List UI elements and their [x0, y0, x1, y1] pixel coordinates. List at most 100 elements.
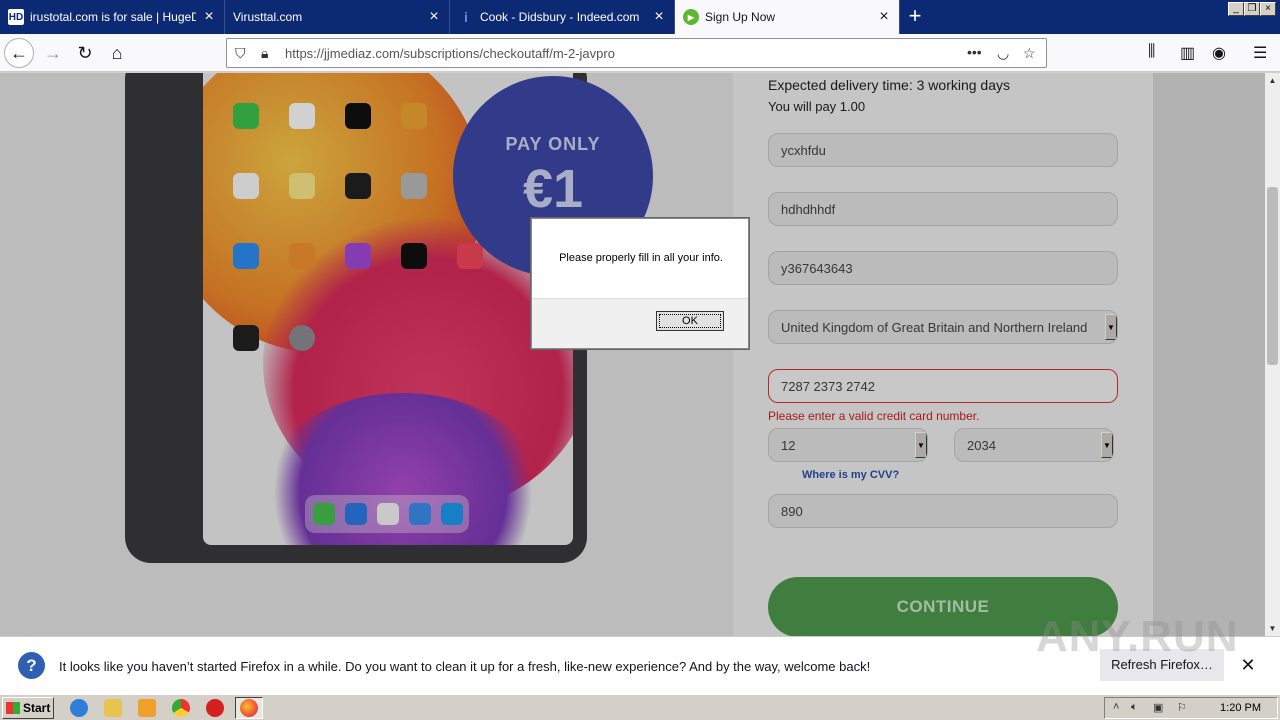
facetime-app-icon [233, 103, 259, 129]
reload-button[interactable]: ↻ [70, 38, 100, 68]
question-icon: ? [18, 652, 45, 679]
delivery-text: Expected delivery time: 3 working days [768, 77, 1010, 93]
music-app-icon [377, 503, 399, 525]
tab-virusttal[interactable]: Virusttal.com × [225, 0, 450, 34]
messages-app-icon [313, 503, 335, 525]
action-center-flag-icon[interactable]: ⚐ [1177, 701, 1187, 714]
page-scrollbar[interactable]: ▲ ▼ [1265, 73, 1280, 636]
product-image-area: PAY ONLY €1 [0, 73, 733, 636]
chrome-icon[interactable] [172, 699, 190, 717]
cvv-field[interactable]: 890 [768, 494, 1118, 528]
pocket-icon[interactable]: ◡ [997, 45, 1009, 62]
promo-price: €1 [522, 159, 584, 219]
start-label: Start [23, 701, 51, 715]
lock-icon[interactable]: 🔒︎ [261, 45, 268, 62]
minimize-button[interactable]: _ [1228, 2, 1244, 16]
tab-label: Virusttal.com [233, 10, 303, 24]
card-error-message: Please enter a valid credit card number. [768, 409, 980, 423]
home-app-icon [401, 103, 427, 129]
close-icon[interactable]: × [202, 9, 216, 25]
mail-app-icon [409, 503, 431, 525]
country-select[interactable]: United Kingdom of Great Britain and Nort… [768, 310, 1118, 344]
windows-logo-icon [6, 702, 20, 714]
alert-dialog: Please properly fill in all your info. O… [531, 218, 749, 349]
books-app-icon [289, 243, 315, 269]
reload-icon: ↻ [77, 42, 93, 63]
settings-app-icon [289, 325, 315, 351]
windows-taskbar: Start ˄ 🔈︎ ▣ ⚐ 1:20 PM [0, 694, 1280, 720]
exp-year-select[interactable]: 2034 ▼ [954, 428, 1114, 462]
hugedomains-favicon-icon: HD [8, 9, 24, 25]
chevron-down-icon[interactable]: ▼ [915, 432, 927, 458]
internet-explorer-icon[interactable] [70, 699, 88, 717]
home-button[interactable]: ⌂ [102, 38, 132, 68]
url-text[interactable]: https://jjmediaz.com/subscriptions/check… [285, 46, 615, 61]
phone-field[interactable]: y367643643 [768, 251, 1118, 285]
exp-month-select[interactable]: 12 ▼ [768, 428, 928, 462]
close-icon[interactable]: × [652, 9, 666, 25]
pay-text: You will pay 1.00 [768, 99, 866, 114]
bookmark-star-icon[interactable]: ☆ [1023, 45, 1036, 62]
back-button[interactable]: ← [4, 38, 34, 68]
scroll-down-icon[interactable]: ▼ [1265, 621, 1280, 636]
restore-button[interactable]: ❐ [1244, 2, 1260, 16]
tab-label: Sign Up Now [705, 10, 776, 24]
page-content: PAY ONLY €1 Expected delivery time: 3 wo… [0, 73, 1265, 636]
tab-sign-up-now[interactable]: ▶ Sign Up Now × [675, 0, 900, 34]
card-number-field[interactable]: 7287 2373 2742 [768, 369, 1118, 403]
last-name-value: hdhdhhdf [781, 201, 836, 217]
new-tab-button[interactable]: + [902, 4, 928, 30]
scroll-up-icon[interactable]: ▲ [1265, 73, 1280, 88]
volume-icon[interactable]: 🔈︎ [1131, 701, 1138, 714]
media-player-icon[interactable] [138, 699, 156, 717]
opera-icon[interactable] [206, 699, 224, 717]
voice-memos-app-icon [345, 173, 371, 199]
system-tray: ˄ 🔈︎ ▣ ⚐ 1:20 PM [1104, 697, 1278, 719]
network-icon[interactable]: ▣ [1153, 701, 1163, 714]
last-name-field[interactable]: hdhdhhdf [768, 192, 1118, 226]
first-name-field[interactable]: ycxhfdu [768, 133, 1118, 167]
ipad-dock [305, 495, 469, 533]
chevron-down-icon[interactable]: ▼ [1101, 432, 1113, 458]
anyrun-watermark: ANY.RUN [1036, 612, 1239, 661]
close-icon[interactable]: ✕ [1238, 655, 1258, 675]
account-icon[interactable]: ◉ [1212, 43, 1226, 63]
arrow-left-icon: ← [10, 42, 28, 63]
exp-year-value: 2034 [967, 437, 996, 453]
sidebar-icon[interactable]: ▥ [1180, 43, 1195, 63]
forward-button[interactable]: → [38, 38, 68, 68]
tab-bar: HD irustotal.com is for sale | HugeDom ×… [0, 0, 1280, 34]
firefox-taskbar-button[interactable] [235, 697, 263, 719]
file-explorer-icon[interactable] [104, 699, 122, 717]
shield-icon[interactable]: ⛉ [235, 45, 246, 62]
ok-button[interactable]: OK [656, 311, 724, 331]
card-number-value: 7287 2373 2742 [781, 378, 875, 394]
tab-hugedomains[interactable]: HD irustotal.com is for sale | HugeDom × [0, 0, 225, 34]
firefox-icon [240, 699, 258, 717]
exp-month-value: 12 [781, 437, 796, 453]
url-bar[interactable]: ⛉ 🔒︎ https://jjmediaz.com/subscriptions/… [226, 38, 1047, 68]
chevron-down-icon[interactable]: ▼ [1105, 314, 1117, 340]
country-value: United Kingdom of Great Britain and Nort… [781, 319, 1088, 335]
menu-icon[interactable]: ☰ [1253, 43, 1267, 63]
arrow-right-icon: → [44, 42, 62, 63]
tray-expand-icon[interactable]: ˄ [1113, 701, 1119, 713]
tab-label: Cook - Didsbury - Indeed.com [480, 10, 640, 24]
reminders-app-icon [233, 173, 259, 199]
window-close-button[interactable]: × [1260, 2, 1276, 16]
library-icon[interactable]: ⫼ [1148, 43, 1155, 61]
close-icon[interactable]: × [427, 9, 441, 25]
promo-line1: PAY ONLY [505, 134, 601, 154]
scroll-thumb[interactable] [1267, 187, 1278, 365]
page-actions-icon[interactable]: ••• [967, 44, 982, 60]
taskbar-clock[interactable]: 1:20 PM [1220, 702, 1261, 714]
cvv-value: 890 [781, 503, 803, 519]
home-icon: ⌂ [111, 42, 123, 63]
cvv-help-link[interactable]: Where is my CVV? [802, 469, 899, 481]
files-app-icon [441, 503, 463, 525]
news-app-icon [457, 243, 483, 269]
close-icon[interactable]: × [877, 9, 891, 25]
tab-indeed[interactable]: i Cook - Didsbury - Indeed.com × [450, 0, 675, 34]
start-button[interactable]: Start [2, 697, 54, 719]
notification-text: It looks like you haven’t started Firefo… [59, 659, 871, 674]
